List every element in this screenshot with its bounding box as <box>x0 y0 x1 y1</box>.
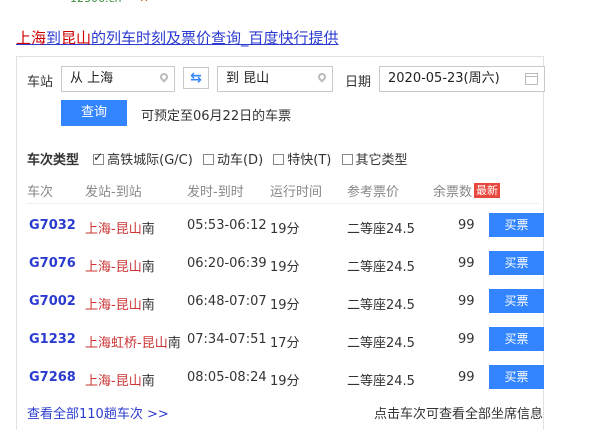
col-duration: 运行时间 <box>270 185 323 200</box>
table-row: G7268 上海-昆山南 08:05-08:24 19分 二等座24.5 99 买票 <box>17 359 545 397</box>
swap-arrows-icon: ⇆ <box>190 70 202 86</box>
page-title-link[interactable]: 上海到昆山的列车时刻及票价查询_百度快行提供 <box>16 27 339 48</box>
buy-ticket-button[interactable]: 买票 <box>489 213 544 237</box>
col-price: 参考票价 <box>347 185 400 200</box>
col-route: 发站-到站 <box>85 185 142 200</box>
filter-gaotie[interactable]: 高铁城际(G/C) <box>87 150 193 168</box>
col-train: 车次 <box>27 185 54 200</box>
departure-arrival-time: 08:05-08:24 <box>187 370 267 385</box>
duration: 19分 <box>270 222 300 237</box>
date-value: 2020-05-23(周六) <box>388 71 500 86</box>
train-number-link[interactable]: G7076 <box>29 256 76 271</box>
remaining-tickets: 99 <box>458 256 475 271</box>
duration: 19分 <box>270 260 300 275</box>
filter-dongche[interactable]: 动车(D) <box>197 153 263 168</box>
buy-ticket-button[interactable]: 买票 <box>489 327 544 351</box>
table-row: G7002 上海-昆山南 06:48-07:07 19分 二等座24.5 99 买票 <box>17 283 545 321</box>
route-link[interactable]: 上海-昆山南 <box>85 370 155 389</box>
from-station-input[interactable]: 从 上海 <box>61 66 175 92</box>
train-number-link[interactable]: G1232 <box>29 332 76 347</box>
cropped-url-text: 12306.cn✕ <box>70 0 149 5</box>
route-link[interactable]: 上海-昆山南 <box>85 294 155 313</box>
filter-other[interactable]: 其它类型 <box>336 153 408 168</box>
title-from: 上海 <box>16 29 47 47</box>
title-to-word: 到 <box>46 29 62 47</box>
remaining-tickets: 99 <box>458 294 475 309</box>
presale-note: 可预定至06月22日的车票 <box>141 109 292 124</box>
route-link[interactable]: 上海-昆山南 <box>85 218 155 237</box>
calendar-icon <box>525 73 538 85</box>
train-number-link[interactable]: G7032 <box>29 218 76 233</box>
col-remaining: 余票数 最新 <box>433 183 501 200</box>
route-link[interactable]: 上海-昆山南 <box>85 256 155 275</box>
checkbox-icon[interactable] <box>341 154 353 165</box>
route-link[interactable]: 上海虹桥-昆山南 <box>85 332 181 351</box>
buy-ticket-button[interactable]: 买票 <box>489 251 544 275</box>
train-number-link[interactable]: G7268 <box>29 370 76 385</box>
ticket-price: 二等座24.5 <box>347 260 415 275</box>
query-button[interactable]: 查询 <box>61 100 127 126</box>
from-station-value: 从 上海 <box>70 71 114 86</box>
filter-tekuai[interactable]: 特快(T) <box>267 153 331 168</box>
train-number-link[interactable]: G7002 <box>29 294 76 309</box>
ticket-price: 二等座24.5 <box>347 374 415 389</box>
duration: 19分 <box>270 374 300 389</box>
train-type-label: 车次类型 <box>27 153 80 168</box>
remaining-tickets: 99 <box>458 370 475 385</box>
buy-ticket-button[interactable]: 买票 <box>489 289 544 313</box>
table-row: G1232 上海虹桥-昆山南 07:34-07:51 17分 二等座24.5 99 买票 <box>17 321 545 359</box>
buy-ticket-button[interactable]: 买票 <box>489 365 544 389</box>
to-station-input[interactable]: 到 昆山 <box>217 66 333 92</box>
checkbox-icon[interactable] <box>273 154 285 165</box>
ticket-price: 二等座24.5 <box>347 222 415 237</box>
date-label: 日期 <box>345 75 372 90</box>
title-rest: 的列车时刻及票价查询_百度快行提供 <box>91 29 339 47</box>
duration: 17分 <box>270 336 300 351</box>
duration: 19分 <box>270 298 300 313</box>
departure-arrival-time: 06:48-07:07 <box>187 294 267 309</box>
ticket-price: 二等座24.5 <box>347 298 415 313</box>
date-input[interactable]: 2020-05-23(周六) <box>379 66 545 92</box>
station-label: 车站 <box>27 75 54 90</box>
train-search-card: 车站 从 上海 ⇆ 到 昆山 日期 2020-05-23(周六) 查询 可预定至… <box>16 56 545 430</box>
location-pin-icon <box>316 71 328 83</box>
departure-arrival-time: 06:20-06:39 <box>187 256 267 271</box>
checkbox-icon[interactable] <box>202 154 214 165</box>
new-badge: 最新 <box>474 183 501 198</box>
remaining-tickets: 99 <box>458 332 475 347</box>
departure-arrival-time: 07:34-07:51 <box>187 332 267 347</box>
remaining-tickets: 99 <box>458 218 475 233</box>
col-time: 发时-到时 <box>187 185 244 200</box>
view-all-trains-link[interactable]: 查看全部110趟车次 >> <box>27 403 169 422</box>
departure-arrival-time: 05:53-06:12 <box>187 218 267 233</box>
to-station-value: 到 昆山 <box>226 71 270 86</box>
table-row: G7076 上海-昆山南 06:20-06:39 19分 二等座24.5 99 买票 <box>17 245 545 283</box>
checkbox-checked-icon[interactable] <box>93 150 105 165</box>
ticket-price: 二等座24.5 <box>347 336 415 351</box>
swap-stations-button[interactable]: ⇆ <box>183 67 209 89</box>
location-pin-icon <box>158 71 170 83</box>
header-divider <box>27 203 539 204</box>
seat-info-hint: 点击车次可查看全部坐席信息 <box>373 407 543 422</box>
title-to: 昆山 <box>61 29 92 47</box>
train-type-filters: 车次类型 高铁城际(G/C) 动车(D) 特快(T) 其它类型 <box>27 149 408 168</box>
table-row: G7032 上海-昆山南 05:53-06:12 19分 二等座24.5 99 买票 <box>17 207 545 245</box>
